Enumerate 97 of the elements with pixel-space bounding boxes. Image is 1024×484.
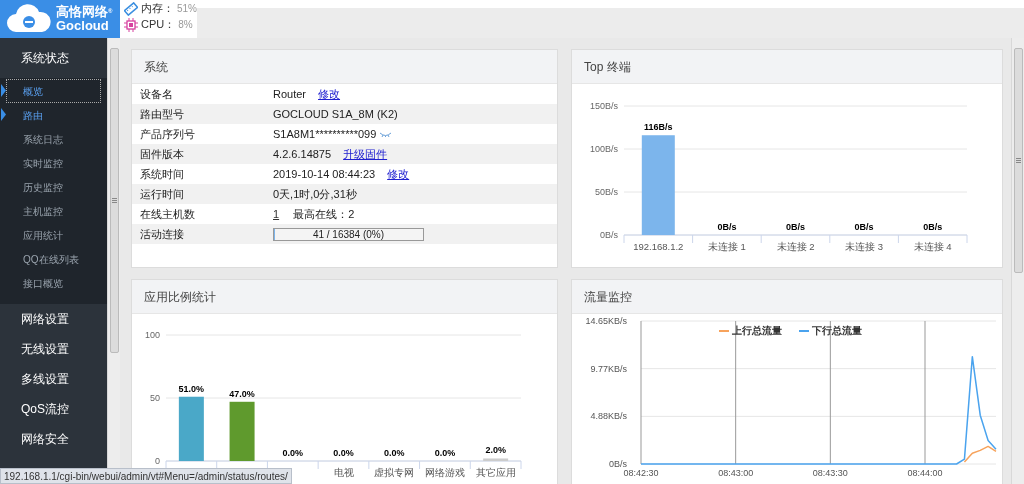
cloud-logo-icon (6, 4, 52, 34)
menu-section[interactable]: QoS流控 (0, 394, 107, 424)
menu-item[interactable]: 实时监控 (6, 151, 101, 175)
value-label: 0B/s (923, 222, 943, 232)
menu-item[interactable]: 历史监控 (6, 175, 101, 199)
card-title: 应用比例统计 (144, 288, 216, 306)
logo-text: 高恪网络$^{®}$ (56, 5, 113, 19)
value-label: 0B/s (854, 222, 874, 232)
axis-label: 50 (150, 393, 160, 403)
axis-label: 08:43:00 (718, 468, 754, 478)
value-label: 2.0% (485, 445, 506, 456)
chart-bar (483, 458, 509, 461)
axis-label: 08:44:00 (907, 468, 943, 478)
chart-bar (178, 396, 204, 461)
legend-label[interactable]: 上行总流量 (732, 325, 782, 336)
hosts-link[interactable]: 1 (273, 205, 280, 223)
axis-label: 08:43:30 (812, 468, 848, 478)
action-link[interactable]: 升级固件 (343, 145, 388, 163)
value-label: 0.0% (282, 448, 304, 458)
field-label: 活动连接 (139, 226, 185, 242)
value-label: 0.0% (434, 448, 456, 458)
eye-closed-icon (380, 131, 392, 137)
category-label: 192.168.1.2 (633, 241, 684, 252)
card-title: 流量监控 (584, 288, 632, 306)
card-title: Top 终端 (584, 58, 631, 76)
legend-label[interactable]: 下行总流量 (812, 325, 862, 336)
field-value: S1A8M1**********099 (273, 126, 377, 142)
axis-label: 08:42:30 (623, 468, 659, 478)
axis-label: 50B/s (595, 187, 618, 197)
field-label: 路由型号 (139, 106, 185, 122)
category-label: 网络游戏 (424, 467, 465, 478)
menu-item[interactable]: 系统日志 (6, 127, 101, 151)
value-label: 0.0% (333, 448, 354, 458)
menu-item[interactable]: 应用统计 (6, 223, 101, 247)
axis-label: 100 (144, 330, 160, 340)
cpu-icon (124, 17, 138, 32)
value-label: 0.0% (383, 448, 405, 458)
axis-label: 150B/s (589, 101, 618, 111)
menu-item[interactable]: 主机监控 (6, 199, 101, 223)
memory-icon (124, 1, 138, 16)
stat-value: 8% (178, 18, 193, 32)
card-title: 系统 (144, 58, 168, 76)
axis-label: 4.88KB/s (590, 411, 627, 422)
category-label: 未连接 2 (776, 241, 815, 252)
field-label: 固件版本 (139, 146, 185, 162)
menu-item[interactable]: 接口概览 (6, 271, 101, 295)
status-url: 192.168.1.1/cgi-bin/webui/admin/vt#Menu=/admin/status/routes/ (4, 469, 288, 484)
grip-icon (1015, 158, 1021, 163)
axis-label: 9.77KB/s (590, 363, 627, 374)
peak-label: 最高在线： (293, 206, 349, 222)
category-label: 虚拟专网 (374, 467, 415, 478)
category-label: 电视 (333, 467, 354, 478)
value-label: 116B/s (644, 122, 673, 133)
category-label: 其它应用 (475, 467, 516, 478)
pointer-icon (1, 84, 6, 97)
menu-section[interactable]: 系统状态 (0, 38, 107, 78)
scrollbar-thumb[interactable] (1013, 48, 1023, 273)
pointer-icon (1, 108, 6, 121)
menu-item[interactable]: QQ在线列表 (6, 247, 101, 271)
axis-label: 100B/s (589, 144, 618, 154)
peak-value: 2 (348, 206, 355, 222)
action-link[interactable]: 修改 (387, 165, 410, 183)
value-label: 0B/s (717, 222, 737, 232)
meter-text: 41 / 16384 (0%) (312, 227, 385, 242)
value-label: 51.0% (178, 383, 205, 394)
scrollbar-thumb[interactable] (109, 48, 119, 353)
stat-label: CPU： (141, 17, 176, 33)
stat-value: 51% (177, 2, 197, 16)
menu-section[interactable]: 网络安全 (0, 424, 107, 454)
value-label: 47.0% (229, 388, 255, 399)
field-label: 系统时间 (139, 166, 185, 182)
axis-label: 14.65KB/s (585, 316, 627, 326)
menu-section[interactable]: 网络设置 (0, 304, 107, 334)
category-label: 未连接 4 (913, 241, 952, 252)
menu-section[interactable]: 无线设置 (0, 334, 107, 364)
axis-label: 0 (155, 456, 160, 466)
axis-label: 0B/s (600, 230, 618, 240)
field-label: 运行时间 (139, 186, 185, 202)
field-label: 产品序列号 (139, 126, 196, 142)
category-label: 未连接 1 (707, 241, 746, 252)
grip-icon (111, 198, 117, 203)
chart-bar (229, 401, 255, 461)
field-value: 0天,1时,0分,31秒 (273, 186, 357, 202)
field-value: GOCLOUD S1A_8M (K2) (273, 106, 398, 122)
logo-subtext: Gocloud (56, 19, 110, 33)
action-link[interactable]: 修改 (318, 85, 341, 103)
value-label: 0B/s (786, 222, 805, 232)
field-value: 4.2.6.14875 (273, 146, 332, 162)
field-value: Router (273, 86, 307, 102)
field-label: 在线主机数 (139, 206, 196, 222)
menu-section[interactable]: 多线设置 (0, 364, 107, 394)
field-value: 2019-10-14 08:44:23 (273, 166, 376, 182)
field-label: 设备名 (139, 86, 174, 102)
category-label: 未连接 3 (845, 241, 884, 252)
axis-label: 0B/s (609, 459, 627, 469)
stat-label: 内存： (141, 1, 174, 17)
menu-item[interactable]: 路由 (6, 103, 101, 127)
